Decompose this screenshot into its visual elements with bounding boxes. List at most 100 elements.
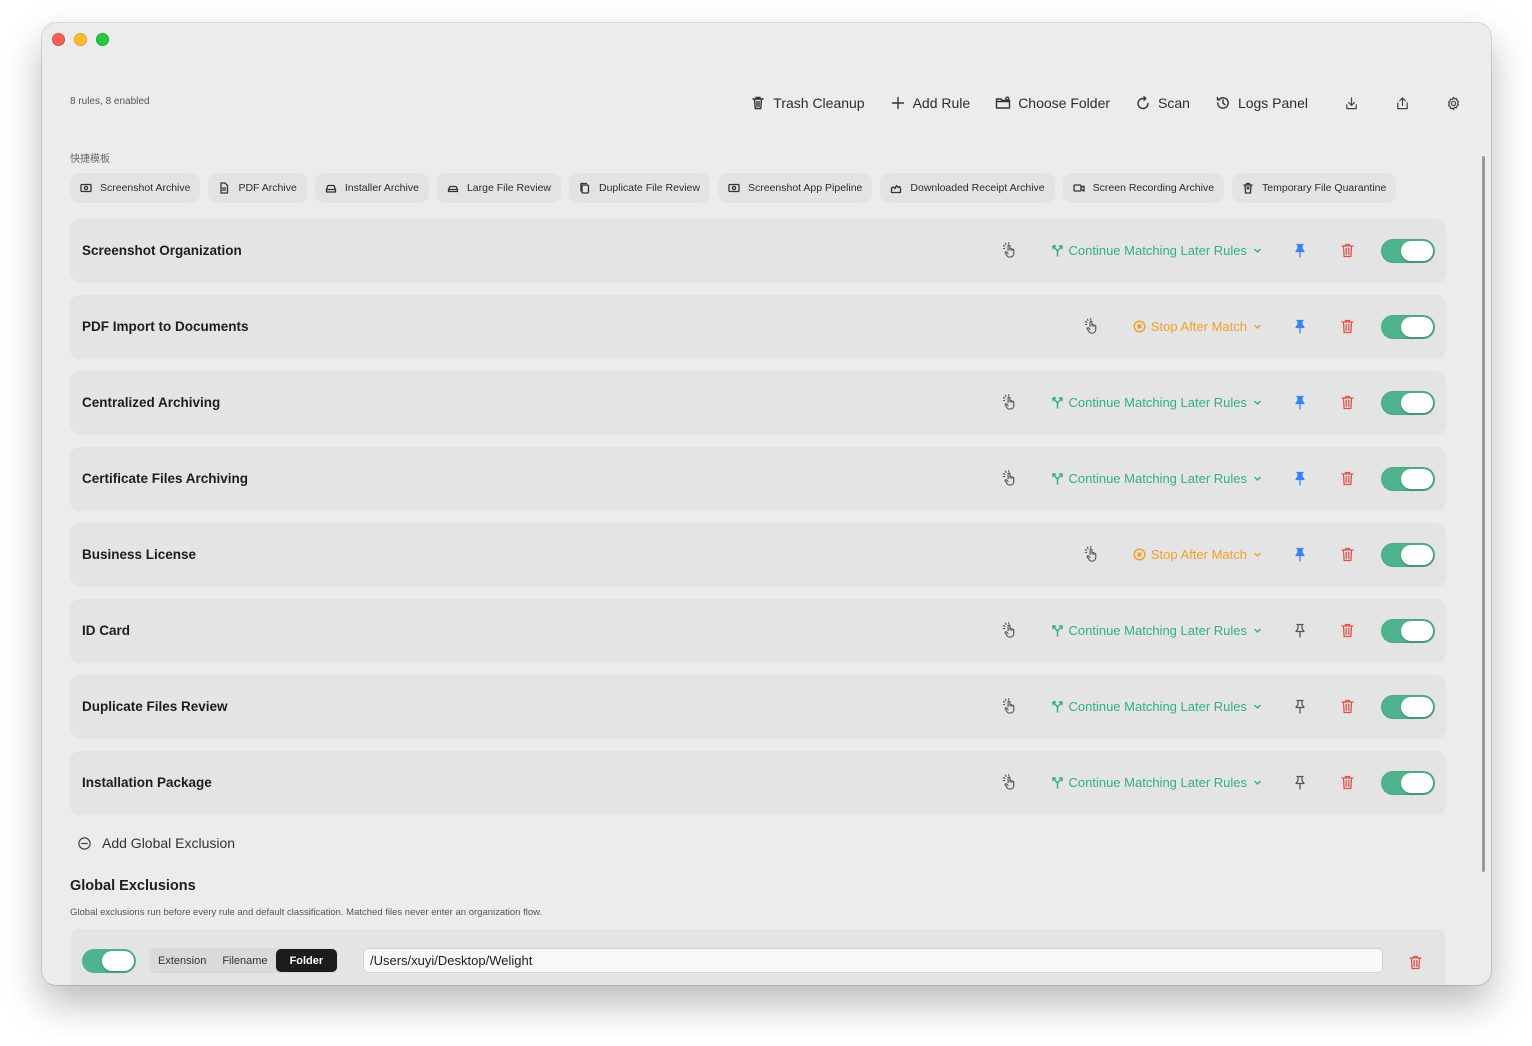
trash-icon	[1340, 319, 1354, 334]
settings-button[interactable]	[1446, 96, 1461, 111]
pin-rule-button[interactable]	[1293, 243, 1307, 259]
template-chip[interactable]: Screenshot Archive	[70, 173, 201, 203]
delete-rule-button[interactable]	[1340, 471, 1354, 487]
delete-rule-button[interactable]	[1340, 547, 1354, 563]
rule-row[interactable]: Screenshot Organization Continue Matching…	[70, 219, 1446, 282]
delete-rule-button[interactable]	[1340, 775, 1354, 791]
run-rule-button[interactable]	[1001, 470, 1019, 488]
pin-icon	[1295, 243, 1305, 258]
run-rule-button[interactable]	[1083, 546, 1101, 564]
rule-enabled-toggle[interactable]	[1381, 770, 1435, 795]
branch-icon	[1051, 397, 1063, 409]
template-chip[interactable]: Duplicate File Review	[569, 173, 710, 203]
run-rule-button[interactable]	[1001, 698, 1019, 716]
export-button[interactable]	[1395, 96, 1410, 111]
pin-rule-button[interactable]	[1293, 775, 1307, 791]
rule-name: Screenshot Organization	[82, 243, 242, 258]
segment-filename[interactable]: Filename	[214, 949, 275, 972]
rule-enabled-toggle[interactable]	[1381, 618, 1435, 643]
close-window-button[interactable]	[52, 33, 65, 46]
template-chip[interactable]: Screenshot App Pipeline	[717, 173, 873, 203]
screenshot-icon	[80, 183, 92, 193]
zoom-window-button[interactable]	[96, 33, 109, 46]
rule-enabled-toggle[interactable]	[1381, 314, 1435, 339]
rule-enabled-toggle[interactable]	[1381, 238, 1435, 263]
logs-panel-button[interactable]: Logs Panel	[1215, 95, 1308, 111]
rule-row[interactable]: Business License Stop After Match	[70, 523, 1446, 586]
exclusion-path-input[interactable]: /Users/xuyi/Desktop/Welight	[363, 948, 1383, 973]
pin-icon	[1295, 623, 1305, 638]
exclusion-enabled-toggle[interactable]	[82, 949, 136, 973]
history-icon	[1216, 96, 1229, 109]
rule-row[interactable]: Certificate Files Archiving Continue Matc…	[70, 447, 1446, 510]
rule-enabled-toggle[interactable]	[1381, 542, 1435, 567]
rules-summary: 8 rules, 8 enabled	[70, 96, 150, 107]
delete-rule-button[interactable]	[1340, 623, 1354, 639]
pin-rule-button[interactable]	[1293, 623, 1307, 639]
match-mode-dropdown[interactable]: Stop After Match	[1133, 547, 1261, 562]
match-mode-dropdown[interactable]: Continue Matching Later Rules	[1051, 243, 1262, 258]
rule-name: PDF Import to Documents	[82, 319, 249, 334]
rule-actions: Continue Matching Later Rules	[1001, 238, 1435, 263]
choose-folder-label: Choose Folder	[1018, 95, 1111, 111]
tap-hand-icon	[1002, 242, 1015, 258]
rule-enabled-toggle[interactable]	[1381, 466, 1435, 491]
match-mode-label: Continue Matching Later Rules	[1068, 471, 1248, 486]
template-chip[interactable]: Temporary File Quarantine	[1232, 173, 1397, 203]
template-chip[interactable]: Downloaded Receipt Archive	[880, 173, 1055, 203]
pin-rule-button[interactable]	[1293, 699, 1307, 715]
match-mode-dropdown[interactable]: Continue Matching Later Rules	[1051, 775, 1262, 790]
import-icon	[1346, 96, 1357, 109]
rule-row[interactable]: Centralized Archiving Continue Matching L…	[70, 371, 1446, 434]
run-rule-button[interactable]	[1001, 242, 1019, 260]
chevron-down-icon	[1254, 552, 1261, 557]
run-rule-button[interactable]	[1083, 318, 1101, 336]
template-chip[interactable]: Large File Review	[436, 173, 561, 203]
quick-templates-bar: Screenshot Archive PDF Archive Installer A…	[70, 173, 1446, 203]
match-mode-dropdown[interactable]: Continue Matching Later Rules	[1051, 623, 1262, 638]
import-button[interactable]	[1344, 96, 1359, 111]
match-mode-dropdown[interactable]: Continue Matching Later Rules	[1051, 395, 1262, 410]
pin-icon	[1295, 319, 1305, 334]
rule-actions: Continue Matching Later Rules	[1001, 770, 1435, 795]
pin-rule-button[interactable]	[1293, 471, 1307, 487]
trash-cleanup-button[interactable]: Trash Cleanup	[750, 95, 865, 111]
pin-icon	[1295, 547, 1305, 562]
add-rule-button[interactable]: Add Rule	[890, 95, 970, 111]
template-chip[interactable]: PDF Archive	[208, 173, 307, 203]
choose-folder-button[interactable]: Choose Folder	[995, 95, 1110, 111]
delete-rule-button[interactable]	[1340, 319, 1354, 335]
pin-rule-button[interactable]	[1293, 395, 1307, 411]
rule-row[interactable]: PDF Import to Documents Stop After Match	[70, 295, 1446, 358]
pin-rule-button[interactable]	[1293, 319, 1307, 335]
rule-enabled-toggle[interactable]	[1381, 694, 1435, 719]
match-mode-dropdown[interactable]: Continue Matching Later Rules	[1051, 471, 1262, 486]
delete-rule-button[interactable]	[1340, 395, 1354, 411]
rule-actions: Continue Matching Later Rules	[1001, 618, 1435, 643]
rule-enabled-toggle[interactable]	[1381, 390, 1435, 415]
pin-rule-button[interactable]	[1293, 547, 1307, 563]
scan-button[interactable]: Scan	[1135, 95, 1190, 111]
tap-hand-icon	[1002, 394, 1015, 410]
segment-extension[interactable]: Extension	[150, 949, 214, 972]
run-rule-button[interactable]	[1001, 622, 1019, 640]
match-mode-dropdown[interactable]: Stop After Match	[1133, 319, 1261, 334]
minimize-window-button[interactable]	[74, 33, 87, 46]
run-rule-button[interactable]	[1001, 394, 1019, 412]
vertical-scrollbar[interactable]	[1482, 156, 1485, 872]
match-mode-dropdown[interactable]: Continue Matching Later Rules	[1051, 699, 1262, 714]
rule-actions: Continue Matching Later Rules	[1001, 694, 1435, 719]
delete-rule-button[interactable]	[1340, 243, 1354, 259]
template-chip[interactable]: Installer Archive	[314, 173, 429, 203]
run-rule-button[interactable]	[1001, 774, 1019, 792]
rule-row[interactable]: Duplicate Files Review Continue Matching …	[70, 675, 1446, 738]
add-global-exclusion-button[interactable]: Add Global Exclusion	[77, 835, 235, 851]
delete-rule-button[interactable]	[1340, 699, 1354, 715]
delete-exclusion-button[interactable]	[1409, 955, 1422, 975]
rule-row[interactable]: ID Card Continue Matching Later Rules	[70, 599, 1446, 662]
match-mode-label: Stop After Match	[1150, 319, 1247, 334]
segment-folder[interactable]: Folder	[275, 949, 338, 972]
template-chip[interactable]: Screen Recording Archive	[1062, 173, 1225, 203]
logs-panel-label: Logs Panel	[1237, 95, 1308, 111]
rule-row[interactable]: Installation Package Continue Matching La…	[70, 751, 1446, 814]
